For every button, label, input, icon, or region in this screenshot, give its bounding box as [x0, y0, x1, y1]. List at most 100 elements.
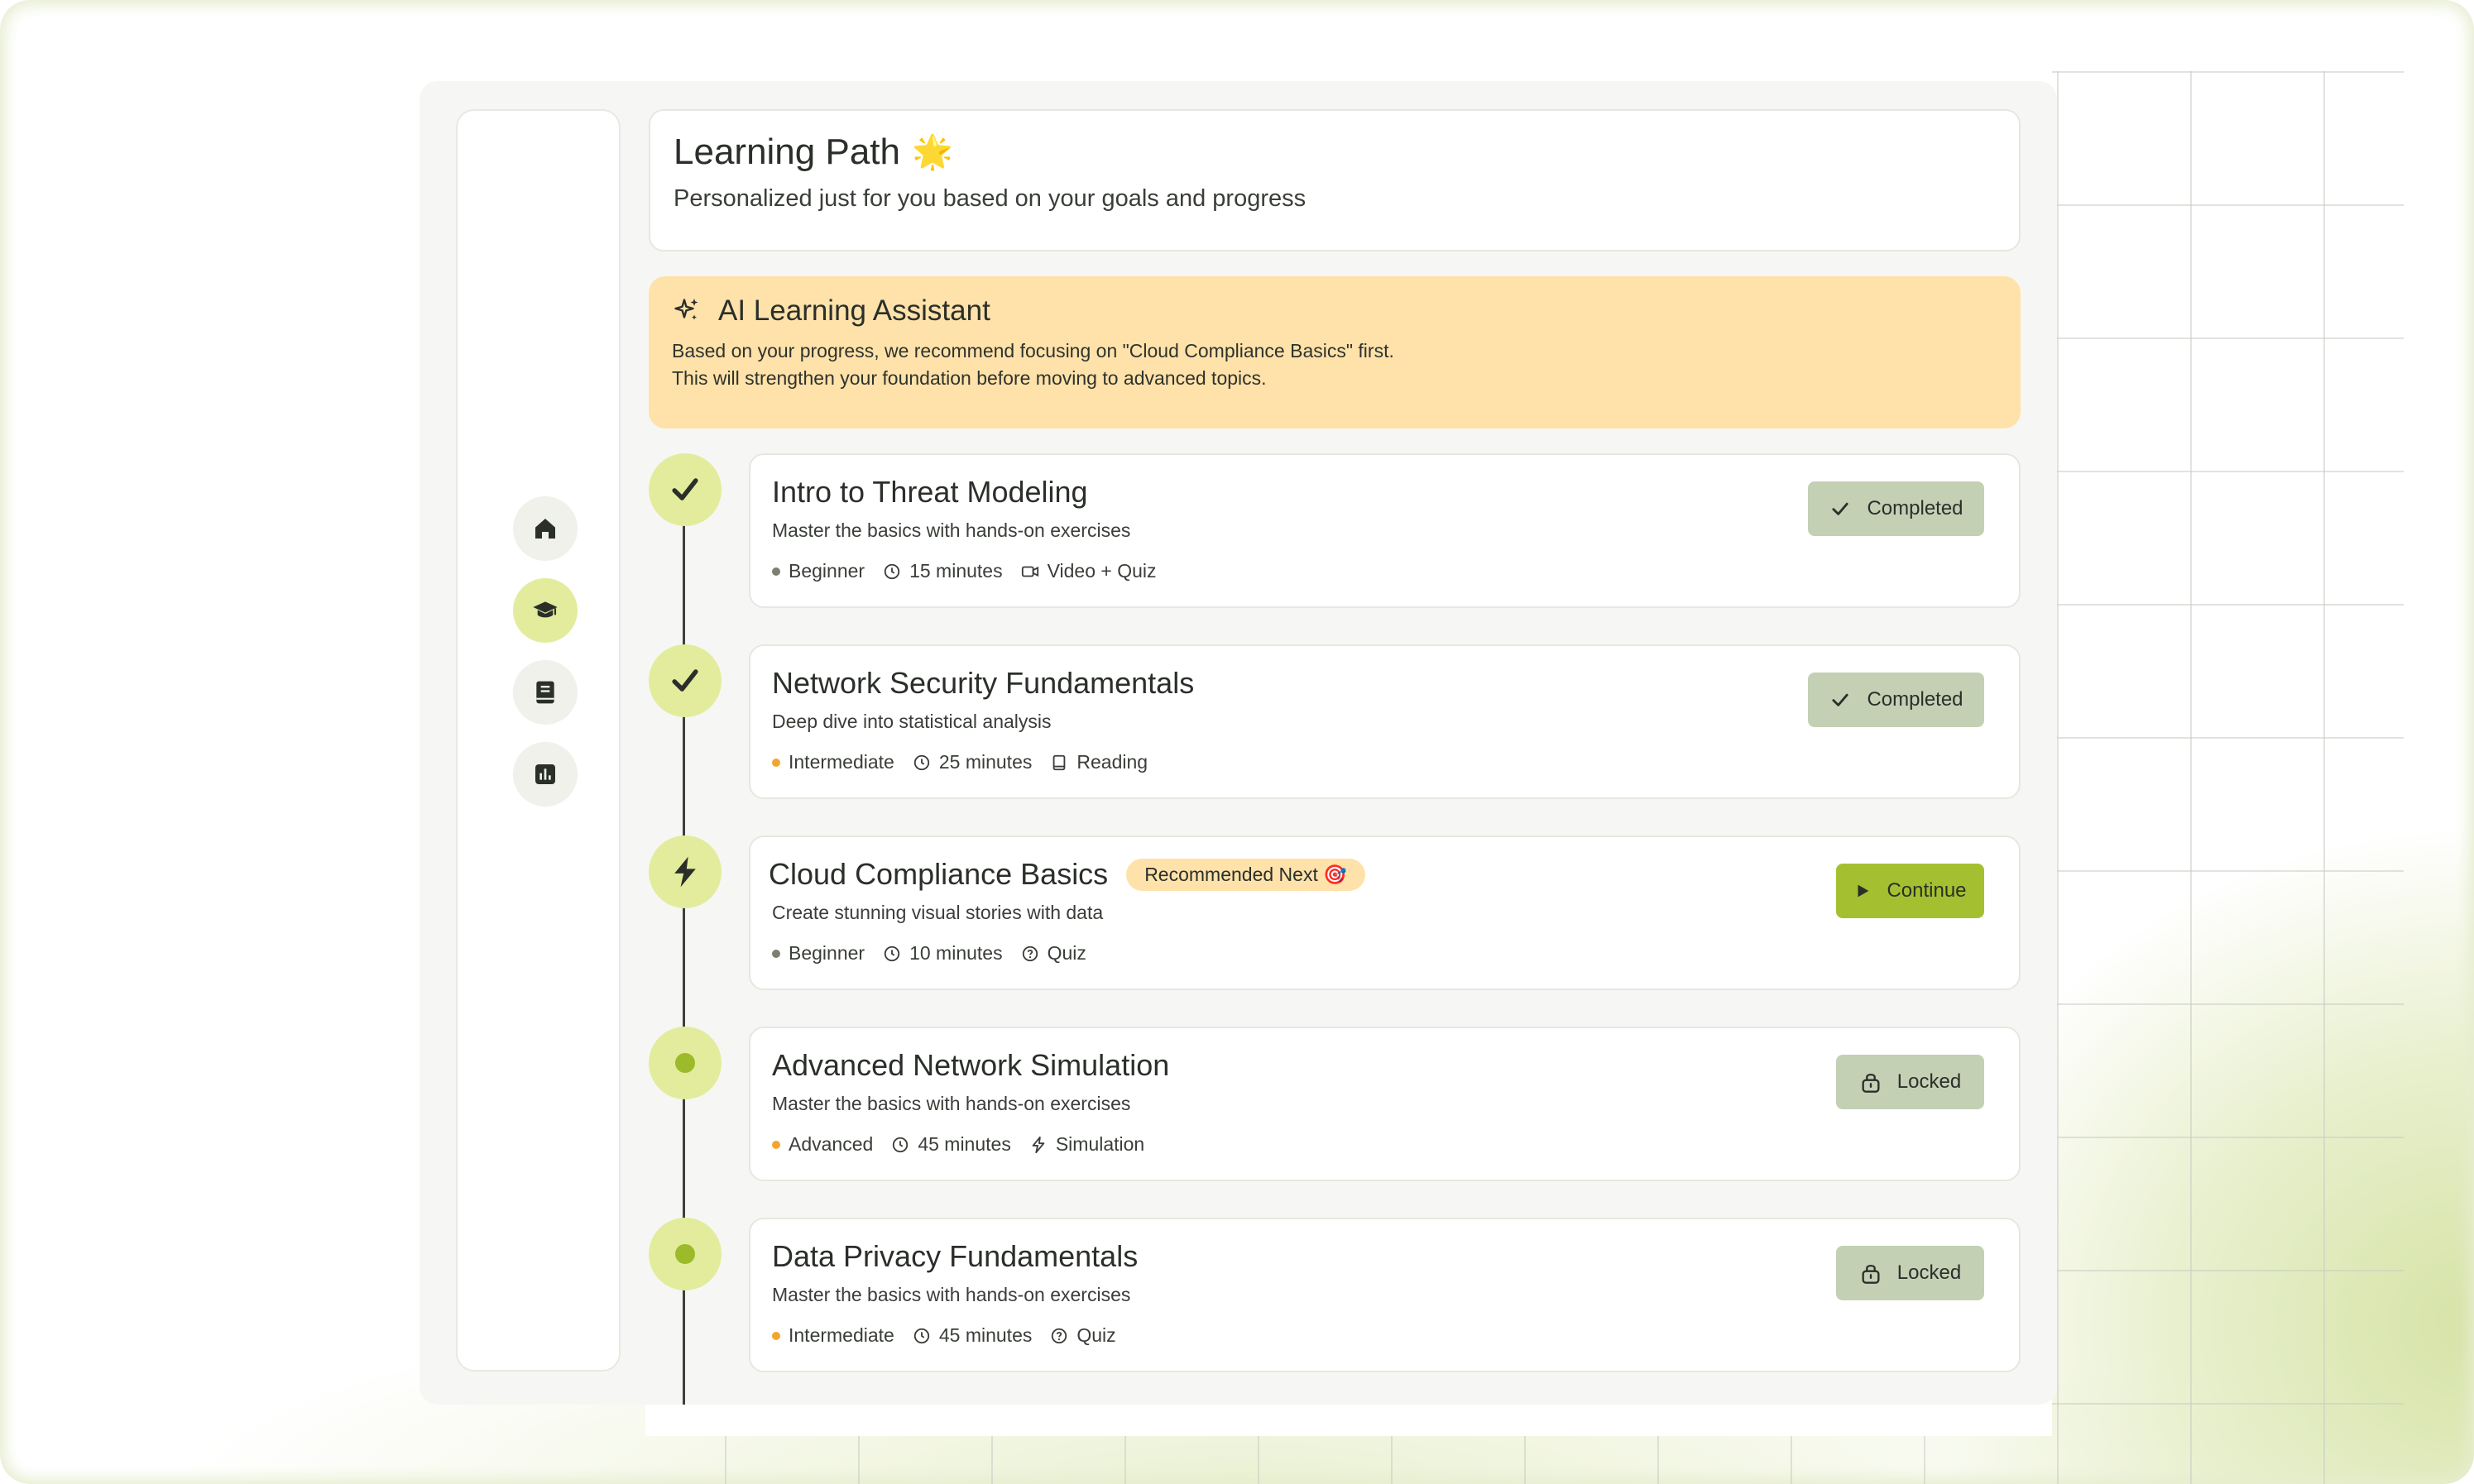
- lesson-level-text: Beginner: [789, 560, 865, 582]
- step-marker-completed: [649, 644, 722, 717]
- ai-assistant-heading: AI Learning Assistant: [672, 294, 1997, 328]
- lesson-duration-text: 45 minutes: [918, 1133, 1011, 1155]
- lesson-format-text: Simulation: [1055, 1133, 1145, 1155]
- continue-button[interactable]: Continue: [1836, 864, 1984, 918]
- level-dot-icon: [772, 758, 780, 767]
- book-icon: [1053, 754, 1066, 770]
- lesson-meta: Beginner 10 minutes Quiz: [772, 942, 1997, 965]
- sparkles-icon: [674, 299, 698, 320]
- locked-button[interactable]: Locked: [1836, 1055, 1984, 1109]
- completed-button-label: Completed: [1867, 688, 1963, 711]
- lesson-level-text: Intermediate: [789, 1324, 894, 1346]
- lesson-title: Intro to Threat Modeling: [772, 475, 1088, 509]
- lesson-meta: Beginner 15 minutes Video + Quiz: [772, 560, 1997, 582]
- ai-recommendation-line-2: This will strengthen your foundation bef…: [672, 367, 1267, 389]
- lesson-level: Beginner: [772, 942, 865, 965]
- bar-chart-icon: [535, 764, 555, 784]
- level-dot-icon: [772, 567, 780, 576]
- play-icon: [1858, 884, 1869, 898]
- lesson-meta: Advanced 45 minutes Simulation: [772, 1133, 1997, 1156]
- lesson-level-text: Intermediate: [789, 751, 894, 773]
- clock-icon: [893, 1137, 909, 1152]
- locked-button-label: Locked: [1896, 1261, 1962, 1284]
- clock-icon: [884, 945, 900, 961]
- lesson-card[interactable]: Intro to Threat Modeling Master the basi…: [749, 453, 2021, 608]
- lesson-duration-text: 45 minutes: [938, 1324, 1033, 1346]
- lesson-format-text: Reading: [1076, 751, 1148, 773]
- continue-button-label: Continue: [1887, 879, 1967, 902]
- ai-assistant-title: AI Learning Assistant: [718, 294, 990, 327]
- step-dot-icon: [675, 1053, 695, 1073]
- lesson-format: Video + Quiz: [1021, 560, 1157, 582]
- ai-recommendation-line-1: Based on your progress, we recommend foc…: [672, 340, 1394, 361]
- lesson-meta: Intermediate 25 minutes Reading: [772, 751, 1997, 773]
- level-dot-icon: [772, 949, 780, 958]
- lesson-format: Reading: [1050, 751, 1148, 773]
- lesson-description: Master the basics with hands-on exercise…: [772, 1093, 1131, 1114]
- lesson-title: Network Security Fundamentals: [772, 666, 1195, 700]
- completed-button-label: Completed: [1867, 497, 1963, 519]
- lesson-title: Data Privacy Fundamentals: [772, 1239, 1139, 1273]
- page-subtitle: Personalized just for you based on your …: [674, 185, 1307, 212]
- lesson-duration: 45 minutes: [913, 1324, 1033, 1347]
- lesson-card[interactable]: Data Privacy Fundamentals Master the bas…: [749, 1218, 2021, 1372]
- lock-icon: [1862, 1073, 1880, 1093]
- question-circle-icon: [1022, 945, 1038, 961]
- lesson-card[interactable]: Cloud Compliance Basics Recommended Next…: [749, 835, 2021, 990]
- lesson-level: Advanced: [772, 1133, 873, 1156]
- star-emoji-icon: 🌟: [912, 134, 953, 170]
- lesson-format-text: Quiz: [1047, 942, 1086, 964]
- lock-icon: [1862, 1264, 1880, 1284]
- ai-assistant-card: AI Learning Assistant Based on your prog…: [649, 276, 2021, 428]
- lesson-duration: 15 minutes: [883, 560, 1003, 582]
- lesson-duration-text: 15 minutes: [909, 560, 1003, 582]
- level-dot-icon: [772, 1331, 780, 1340]
- lesson-format-text: Video + Quiz: [1047, 560, 1157, 582]
- clock-icon: [913, 754, 930, 770]
- completed-button[interactable]: Completed: [1808, 673, 1984, 727]
- lesson-duration: 10 minutes: [883, 942, 1003, 965]
- sidebar: [456, 109, 621, 1372]
- step-marker-completed: [649, 453, 722, 526]
- check-icon: [1832, 693, 1849, 706]
- step-marker-upcoming: [649, 1027, 722, 1099]
- lesson-format-text: Quiz: [1076, 1324, 1116, 1346]
- lesson-meta: Intermediate 45 minutes Quiz: [772, 1324, 1997, 1347]
- lesson-format: Simulation: [1029, 1133, 1144, 1156]
- lightning-icon: [674, 856, 696, 888]
- lesson-duration-text: 10 minutes: [909, 942, 1003, 964]
- page-header: Learning Path 🌟 Personalized just for yo…: [649, 109, 2021, 251]
- checkmark-icon: [672, 478, 698, 500]
- sidebar-item-analytics[interactable]: [513, 742, 578, 807]
- lesson-title: Cloud Compliance Basics: [769, 857, 1109, 891]
- lesson-duration-text: 25 minutes: [938, 751, 1033, 773]
- home-icon: [535, 519, 555, 539]
- book-icon: [536, 681, 554, 704]
- question-circle-icon: [1052, 1328, 1067, 1343]
- step-marker-upcoming: [649, 1218, 722, 1290]
- clock-icon: [913, 1328, 930, 1343]
- lesson-card[interactable]: Network Security Fundamentals Deep dive …: [749, 644, 2021, 799]
- ai-recommendation-text: Based on your progress, we recommend foc…: [672, 337, 1997, 392]
- graduation-cap-icon: [533, 601, 558, 618]
- lesson-duration: 25 minutes: [913, 751, 1033, 773]
- recommended-badge: Recommended Next 🎯: [1126, 858, 1365, 891]
- lesson-card[interactable]: Advanced Network Simulation Master the b…: [749, 1027, 2021, 1181]
- locked-button-label: Locked: [1896, 1070, 1962, 1093]
- page-title-text: Learning Path: [674, 132, 900, 172]
- lightning-icon: [1032, 1136, 1045, 1153]
- lesson-duration: 45 minutes: [891, 1133, 1011, 1156]
- lesson-level: Intermediate: [772, 1324, 894, 1347]
- lesson-format: Quiz: [1050, 1324, 1116, 1347]
- checkmark-icon: [672, 669, 698, 692]
- locked-button[interactable]: Locked: [1836, 1246, 1984, 1300]
- lesson-level: Intermediate: [772, 751, 894, 773]
- lesson-format: Quiz: [1021, 942, 1086, 965]
- sidebar-item-home[interactable]: [513, 496, 578, 561]
- video-icon: [1021, 566, 1038, 577]
- sidebar-item-library[interactable]: [513, 660, 578, 725]
- lesson-description: Master the basics with hands-on exercise…: [772, 1284, 1131, 1305]
- lesson-level-text: Beginner: [789, 942, 865, 964]
- sidebar-item-learning[interactable]: [513, 578, 578, 643]
- completed-button[interactable]: Completed: [1808, 481, 1984, 536]
